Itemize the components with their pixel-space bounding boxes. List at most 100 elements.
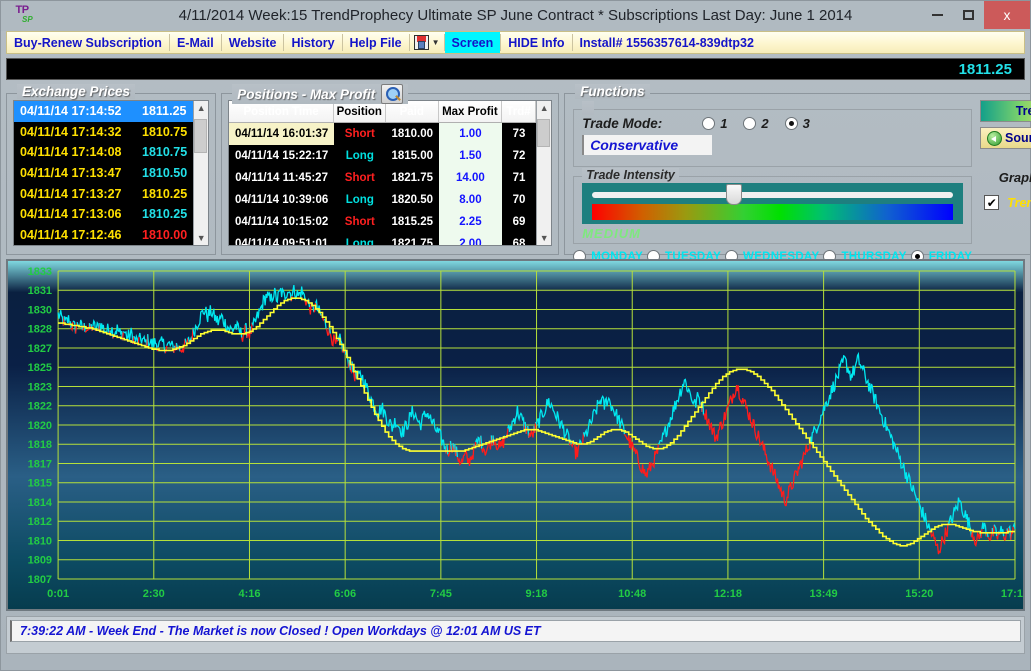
exchange-prices-list[interactable]: 04/11/14 17:14:52 1811.25 04/11/14 17:14:3… <box>14 101 194 245</box>
exchange-prices-panel: Exchange Prices 04/11/14 17:14:52 1811.25… <box>6 84 217 255</box>
chart-y-axis-labels: 1833 1831 1830 1828 1827 1825 1823 1822 1820 1818… <box>28 266 53 586</box>
intensity-slider[interactable] <box>592 184 954 205</box>
maximize-button[interactable] <box>953 1 984 29</box>
scrollbar-track[interactable] <box>193 115 209 231</box>
chart-y-tick-label: 1815 <box>28 478 53 490</box>
minimize-button[interactable] <box>922 1 953 29</box>
position-trade-number: 72 <box>512 150 526 162</box>
trade-mode-row: Trade Mode: 1 2 3 <box>582 116 963 131</box>
chart-price-segment-up <box>83 323 86 333</box>
menu-item-save-dropdown[interactable]: ▼ <box>410 32 444 53</box>
position-paid: 1820.50 <box>391 194 434 206</box>
exchange-price-row[interactable]: 04/11/14 17:14:08 1810.75 <box>14 142 193 163</box>
position-type: Long <box>345 150 374 162</box>
positions-table[interactable]: Position Time Position Paid Max Profit T… <box>229 101 537 245</box>
chart-y-tick-label: 1828 <box>28 324 53 336</box>
menu-item-buy-renew-subscription[interactable]: Buy-Renew Subscription <box>7 32 169 53</box>
position-paid: 1821.75 <box>391 238 434 245</box>
close-button[interactable]: x <box>984 1 1030 29</box>
chart-price-segment-up <box>947 497 973 538</box>
trend-direction-checkbox[interactable]: ✔ <box>984 195 1000 210</box>
positions-table-row[interactable]: 04/11/14 11:45:27 Short 1821.75 14.00 71 <box>229 167 536 189</box>
positions-table-row[interactable]: 04/11/14 10:39:06 Long 1820.50 8.00 70 <box>229 189 536 211</box>
radio-icon[interactable] <box>702 117 716 130</box>
price-chart-panel[interactable]: 1833 1831 1830 1828 1827 1825 1823 1822 1820 1818… <box>6 259 1025 611</box>
trade-mode-option-3[interactable]: 3 <box>784 116 810 131</box>
trend-stable-button[interactable]: Trend Stable <box>980 100 1031 122</box>
trade-mode-option-1[interactable]: 1 <box>702 116 727 131</box>
chart-y-tick-label: 1827 <box>28 343 53 355</box>
scrollbar-track[interactable] <box>536 115 552 231</box>
trend-direction-row[interactable]: ✔ Trend Direction <box>980 195 1031 210</box>
column-header-max-profit[interactable]: Max Profit <box>439 101 502 122</box>
scroll-down-icon[interactable]: ▼ <box>197 231 206 245</box>
exchange-price-row[interactable]: 04/11/14 17:13:06 1810.25 <box>14 204 193 225</box>
menu-item-website[interactable]: Website <box>222 32 284 53</box>
chart-y-tick-label: 1833 <box>28 266 53 278</box>
menu-item-hide-info[interactable]: HIDE Info <box>501 32 571 53</box>
chart-y-tick-label: 1812 <box>28 516 53 528</box>
chart-price-segment-down <box>164 345 168 354</box>
menu-item-email[interactable]: E-Mail <box>170 32 221 53</box>
positions-table-row[interactable]: 04/11/14 15:22:17 Long 1815.00 1.50 72 <box>229 145 536 167</box>
position-trade-number: 70 <box>512 194 526 206</box>
exchange-price-row[interactable]: 04/11/14 17:14:52 1811.25 <box>14 101 194 122</box>
scroll-down-icon[interactable]: ▼ <box>540 231 549 245</box>
menu-item-history[interactable]: History <box>284 32 341 53</box>
trade-intensity-label: Trade Intensity <box>582 168 679 182</box>
price-chart: 1833 1831 1830 1828 1827 1825 1823 1822 1820 1818… <box>28 266 1023 600</box>
exchange-price-row[interactable]: 04/11/14 17:13:27 1810.25 <box>14 183 193 204</box>
scroll-up-icon[interactable]: ▲ <box>197 101 206 115</box>
positions-table-header: Position Time Position Paid Max Profit T… <box>229 101 537 123</box>
positions-table-row[interactable]: 04/11/14 09:51:01 Long 1821.75 2.00 68 <box>229 233 536 245</box>
chart-price-segment-up <box>192 305 243 338</box>
positions-scrollbar[interactable]: ▲ ▼ <box>536 101 552 245</box>
scrollbar-thumb[interactable] <box>536 119 550 147</box>
chart-price-segment-down <box>623 433 659 478</box>
radio-icon[interactable] <box>743 117 757 130</box>
chart-price-segment-up <box>351 361 354 373</box>
position-max-profit: 1.50 <box>438 145 502 167</box>
chart-x-tick-label: 15:20 <box>905 588 933 600</box>
chart-y-tick-label: 1825 <box>28 362 53 374</box>
chart-price-segment-down <box>581 432 585 446</box>
trade-mode-legend <box>582 101 594 115</box>
positions-table-row[interactable]: 04/11/14 10:15:02 Short 1815.25 2.25 69 <box>229 211 536 233</box>
price-ticker-bar: 1811.25 <box>6 58 1025 80</box>
exchange-price-row[interactable]: 04/11/14 17:14:32 1810.75 <box>14 122 193 143</box>
exchange-price-row[interactable]: 04/11/14 17:12:46 1810.00 <box>14 225 193 245</box>
menu-item-help-file[interactable]: Help File <box>343 32 409 53</box>
radio-icon[interactable] <box>784 117 798 130</box>
column-header-trade-number[interactable]: Trd# <box>502 101 537 122</box>
positions-title: Positions - Max Profit <box>232 84 409 104</box>
trade-mode-option-1-label: 1 <box>720 116 728 131</box>
maximize-icon <box>963 10 974 20</box>
chevron-down-icon: ▼ <box>431 38 440 47</box>
chart-y-tick-label: 1809 <box>28 555 53 567</box>
exchange-prices-scrollbar[interactable]: ▲ ▼ <box>193 101 209 245</box>
column-header-position[interactable]: Position <box>334 101 386 122</box>
position-type: Short <box>344 172 375 184</box>
position-paid: 1815.25 <box>391 216 434 228</box>
exchange-price-value: 1810.50 <box>142 166 188 181</box>
position-trade-number: 73 <box>512 128 526 140</box>
trade-intensity-group: Trade Intensity MEDIUM <box>573 168 973 244</box>
functions-content: Trade Mode: 1 2 3 Conservative Trade Int… <box>565 94 1031 263</box>
chart-x-tick-label: 17:12 <box>1001 588 1023 600</box>
positions-table-row[interactable]: 04/11/14 16:01:37 Short 1810.00 1.00 73 <box>229 123 536 145</box>
position-time: 04/11/14 11:45:27 <box>235 172 328 184</box>
app-logo-icon: TP SP <box>5 2 39 30</box>
sound-toggle-button[interactable]: Sound ON / OFF <box>980 127 1031 149</box>
magnifier-icon[interactable] <box>381 84 404 104</box>
scrollbar-thumb[interactable] <box>193 119 207 153</box>
column-header-position-time[interactable]: Position Time <box>229 101 335 122</box>
intensity-slider-thumb[interactable] <box>725 184 742 205</box>
menu-item-screen[interactable]: Screen <box>444 32 501 53</box>
exchange-price-value: 1810.25 <box>142 186 188 201</box>
exchange-price-row[interactable]: 04/11/14 17:13:47 1810.50 <box>14 163 193 184</box>
chart-y-tick-label: 1814 <box>28 497 53 509</box>
column-header-paid[interactable]: Paid <box>386 101 439 122</box>
chart-price-segment-up <box>480 435 483 449</box>
trade-mode-option-2[interactable]: 2 <box>743 116 769 131</box>
scroll-up-icon[interactable]: ▲ <box>540 101 549 115</box>
